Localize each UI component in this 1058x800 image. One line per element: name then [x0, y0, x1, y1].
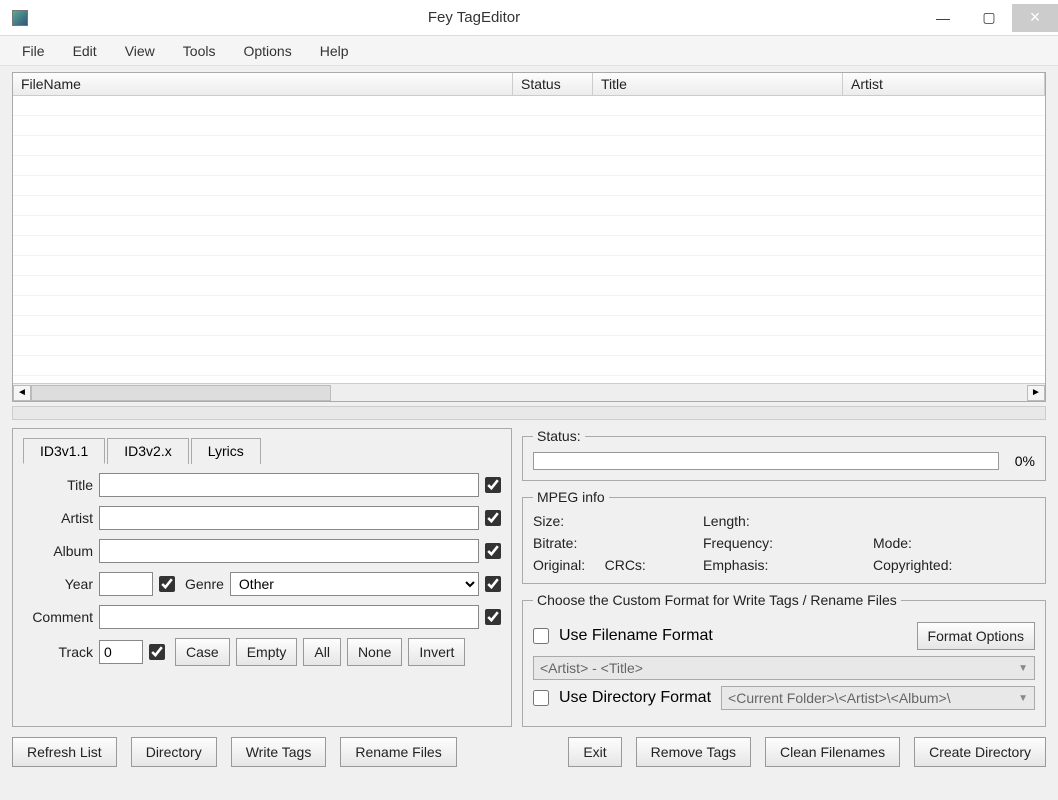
title-checkbox[interactable] — [485, 477, 501, 493]
directory-format-select[interactable]: <Current Folder>\<Artist>\<Album>\ ▼ — [721, 686, 1035, 710]
col-filename[interactable]: FileName — [13, 73, 513, 95]
year-input[interactable] — [99, 572, 153, 596]
mpeg-original: Original: — [533, 557, 585, 573]
col-status[interactable]: Status — [513, 73, 593, 95]
scroll-right-icon[interactable]: ► — [1027, 385, 1045, 401]
app-icon — [12, 10, 28, 26]
refresh-list-button[interactable]: Refresh List — [12, 737, 117, 767]
tag-editor-panel: ID3v1.1 ID3v2.x Lyrics Title Artist Albu… — [12, 428, 512, 727]
directory-format-value: <Current Folder>\<Artist>\<Album>\ — [728, 690, 951, 706]
status-legend: Status: — [533, 428, 585, 444]
label-title: Title — [23, 477, 93, 493]
mpeg-info-group: MPEG info Size: Length: Bitrate: Frequen… — [522, 489, 1046, 584]
mpeg-emphasis: Emphasis: — [703, 557, 865, 573]
mpeg-legend: MPEG info — [533, 489, 609, 505]
mpeg-frequency: Frequency: — [703, 535, 865, 551]
custom-format-group: Choose the Custom Format for Write Tags … — [522, 592, 1046, 727]
genre-checkbox[interactable] — [485, 576, 501, 592]
custom-format-legend: Choose the Custom Format for Write Tags … — [533, 592, 901, 608]
file-list[interactable]: FileName Status Title Artist ◄ ► — [12, 72, 1046, 402]
tab-id3v1[interactable]: ID3v1.1 — [23, 438, 105, 464]
mpeg-mode: Mode: — [873, 535, 1035, 551]
use-filename-format-checkbox[interactable] — [533, 628, 549, 644]
menu-options[interactable]: Options — [231, 39, 303, 63]
invert-button[interactable]: Invert — [408, 638, 465, 666]
case-button[interactable]: Case — [175, 638, 230, 666]
year-checkbox[interactable] — [159, 576, 175, 592]
tab-lyrics[interactable]: Lyrics — [191, 438, 261, 464]
directory-button[interactable]: Directory — [131, 737, 217, 767]
mpeg-crcs: CRCs: — [605, 557, 646, 573]
use-filename-format-label: Use Filename Format — [559, 627, 713, 645]
album-input[interactable] — [99, 539, 479, 563]
menu-edit[interactable]: Edit — [61, 39, 109, 63]
menubar: File Edit View Tools Options Help — [0, 36, 1058, 66]
empty-button[interactable]: Empty — [236, 638, 298, 666]
scroll-thumb[interactable] — [31, 385, 331, 401]
col-title[interactable]: Title — [593, 73, 843, 95]
write-tags-button[interactable]: Write Tags — [231, 737, 327, 767]
album-checkbox[interactable] — [485, 543, 501, 559]
use-directory-format-checkbox[interactable] — [533, 690, 549, 706]
artist-input[interactable] — [99, 506, 479, 530]
remove-tags-button[interactable]: Remove Tags — [636, 737, 751, 767]
menu-file[interactable]: File — [10, 39, 57, 63]
mpeg-length: Length: — [703, 513, 865, 529]
splitter[interactable] — [12, 406, 1046, 420]
progress-bar — [533, 452, 999, 470]
mpeg-copyrighted: Copyrighted: — [873, 557, 1035, 573]
none-button[interactable]: None — [347, 638, 402, 666]
progress-percent: 0% — [1007, 453, 1035, 469]
genre-select[interactable]: Other — [230, 572, 479, 596]
maximize-button[interactable]: ▢ — [966, 4, 1012, 32]
chevron-down-icon: ▼ — [1018, 663, 1028, 674]
window-title: Fey TagEditor — [28, 9, 920, 26]
create-directory-button[interactable]: Create Directory — [914, 737, 1046, 767]
file-list-header: FileName Status Title Artist — [13, 73, 1045, 96]
label-track: Track — [23, 644, 93, 660]
label-album: Album — [23, 543, 93, 559]
all-button[interactable]: All — [303, 638, 341, 666]
filename-format-select[interactable]: <Artist> - <Title> ▼ — [533, 656, 1035, 680]
title-input[interactable] — [99, 473, 479, 497]
artist-checkbox[interactable] — [485, 510, 501, 526]
label-artist: Artist — [23, 510, 93, 526]
tab-id3v2[interactable]: ID3v2.x — [107, 438, 188, 464]
minimize-button[interactable]: — — [920, 4, 966, 32]
filename-format-value: <Artist> - <Title> — [540, 660, 643, 676]
label-year: Year — [23, 576, 93, 592]
chevron-down-icon: ▼ — [1018, 693, 1028, 704]
hscrollbar[interactable]: ◄ ► — [13, 383, 1045, 401]
format-options-button[interactable]: Format Options — [917, 622, 1035, 650]
clean-filenames-button[interactable]: Clean Filenames — [765, 737, 900, 767]
close-button[interactable]: × — [1012, 4, 1058, 32]
rename-files-button[interactable]: Rename Files — [340, 737, 456, 767]
col-artist[interactable]: Artist — [843, 73, 1045, 95]
comment-input[interactable] — [99, 605, 479, 629]
label-comment: Comment — [23, 609, 93, 625]
menu-tools[interactable]: Tools — [171, 39, 228, 63]
exit-button[interactable]: Exit — [568, 737, 621, 767]
status-group: Status: 0% — [522, 428, 1046, 481]
mpeg-bitrate: Bitrate: — [533, 535, 695, 551]
label-genre: Genre — [185, 576, 224, 592]
comment-checkbox[interactable] — [485, 609, 501, 625]
scroll-left-icon[interactable]: ◄ — [13, 385, 31, 401]
menu-help[interactable]: Help — [308, 39, 361, 63]
track-input[interactable] — [99, 640, 143, 664]
mpeg-size: Size: — [533, 513, 695, 529]
menu-view[interactable]: View — [113, 39, 167, 63]
use-directory-format-label: Use Directory Format — [559, 689, 711, 707]
track-checkbox[interactable] — [149, 644, 165, 660]
titlebar: Fey TagEditor — ▢ × — [0, 0, 1058, 36]
file-list-body[interactable] — [13, 96, 1045, 383]
